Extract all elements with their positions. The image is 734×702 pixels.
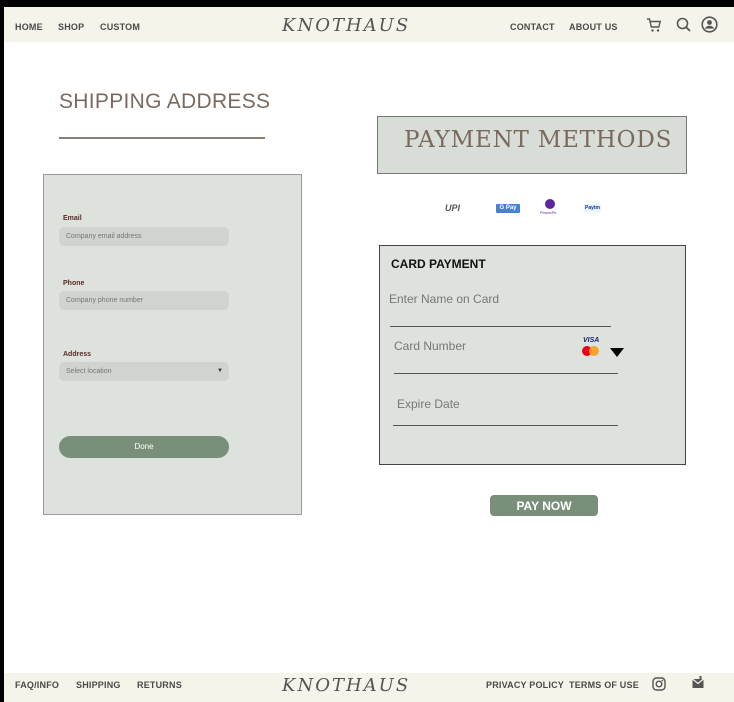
footer-returns[interactable]: RETURNS	[137, 680, 182, 690]
card-type-dropdown[interactable]	[610, 348, 624, 357]
nav-shop[interactable]: SHOP	[58, 22, 84, 32]
chevron-down-icon: ▼	[217, 368, 223, 374]
brand-logo[interactable]: KNOTHAUS	[282, 15, 410, 36]
email-label: Email	[63, 215, 82, 222]
mastercard-icon	[582, 346, 602, 356]
card-name-input[interactable]: Enter Name on Card	[389, 292, 499, 306]
upi-logo[interactable]: UPI	[445, 203, 460, 213]
nav-home[interactable]: HOME	[15, 22, 43, 32]
email-field[interactable]: Company email address	[59, 227, 229, 246]
left-border	[0, 0, 4, 702]
title-underline	[59, 137, 265, 139]
mail-icon[interactable]	[692, 676, 704, 689]
address-select-value: Select location	[66, 368, 112, 375]
payment-title-box: PAYMENT METHODS	[377, 116, 687, 174]
shipping-form-card	[43, 174, 302, 515]
gpay-logo[interactable]: G Pay	[496, 204, 520, 213]
nav-custom[interactable]: CUSTOM	[100, 22, 140, 32]
address-label: Address	[63, 351, 92, 358]
shipping-title: SHIPPING ADDRESS	[59, 90, 271, 113]
top-border	[0, 0, 734, 7]
payment-title: PAYMENT METHODS	[404, 127, 673, 153]
done-button[interactable]: Done	[59, 436, 229, 458]
search-icon[interactable]	[676, 17, 691, 32]
account-icon[interactable]	[701, 16, 718, 33]
visa-logo: VISA	[583, 337, 600, 344]
cart-icon[interactable]	[646, 17, 662, 33]
footer-faq[interactable]: FAQ/INFO	[15, 680, 59, 690]
phonepe-icon[interactable]	[545, 199, 555, 209]
phone-field[interactable]: Company phone number	[59, 291, 229, 310]
footer: FAQ/INFO SHIPPING RETURNS KNOTHAUS PRIVA…	[4, 673, 734, 702]
expiry-date-input[interactable]: Expire Date	[397, 397, 460, 411]
card-name-underline	[390, 326, 611, 327]
expiry-underline	[393, 425, 618, 426]
footer-brand-logo[interactable]: KNOTHAUS	[282, 675, 410, 696]
paytm-logo[interactable]: Paytm	[584, 204, 602, 212]
card-payment-box: CARD PAYMENT Enter Name on Card Card Num…	[379, 245, 686, 465]
footer-shipping[interactable]: SHIPPING	[76, 680, 121, 690]
card-number-input[interactable]: Card Number	[394, 339, 466, 353]
footer-privacy[interactable]: PRIVACY POLICY	[486, 680, 564, 690]
card-payment-heading: CARD PAYMENT	[391, 257, 486, 271]
top-navbar: HOME SHOP CUSTOM KNOTHAUS CONTACT ABOUT …	[4, 7, 734, 42]
address-select[interactable]: Select location ▼	[59, 362, 229, 381]
nav-about[interactable]: ABOUT US	[569, 22, 618, 32]
phone-label: Phone	[63, 280, 85, 287]
nav-contact[interactable]: CONTACT	[510, 22, 555, 32]
instagram-icon[interactable]	[652, 677, 666, 691]
card-number-underline	[394, 373, 618, 374]
pay-now-button[interactable]: PAY NOW	[490, 495, 598, 516]
phonepe-logo[interactable]: PhonePe	[540, 210, 556, 215]
footer-terms[interactable]: TERMS OF USE	[569, 680, 639, 690]
